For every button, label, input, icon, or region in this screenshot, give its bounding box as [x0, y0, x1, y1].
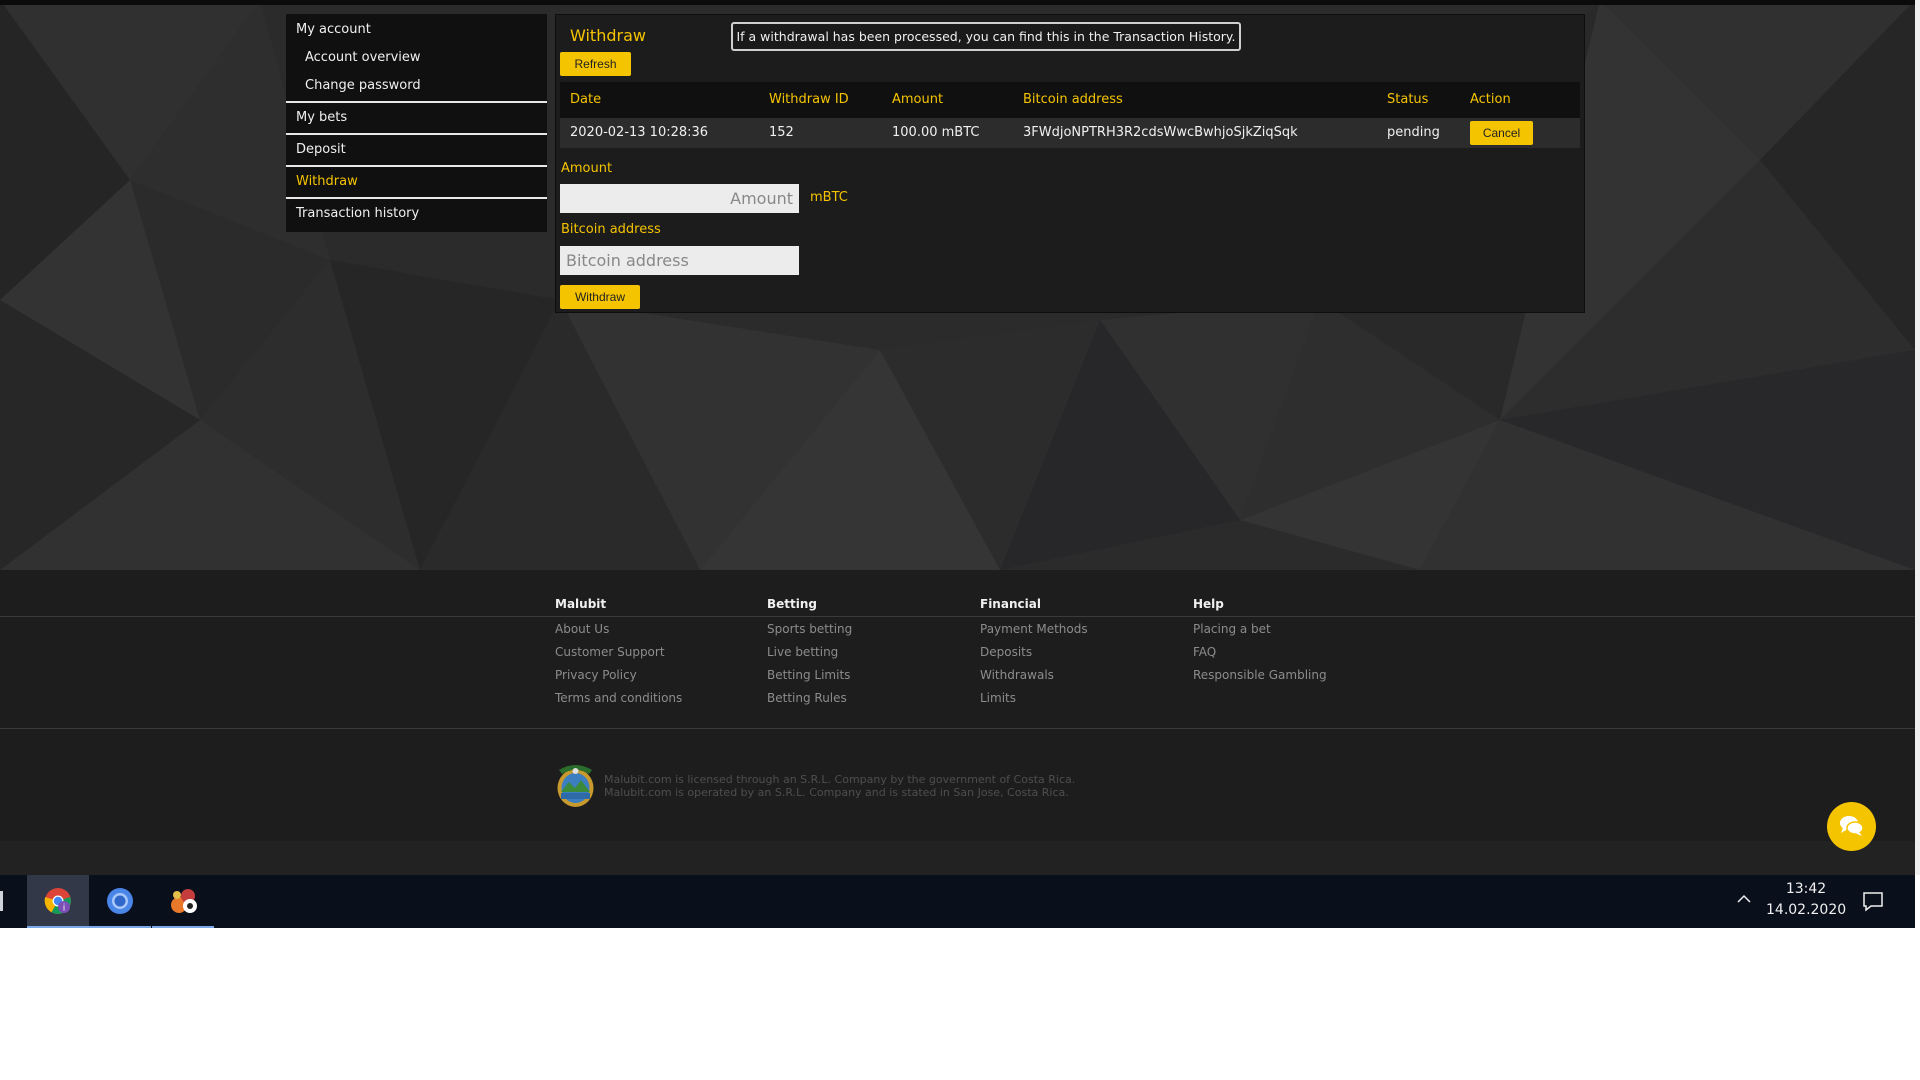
cell-bitcoin-address: 3FWdjoNPTRH3R2cdsWwcBwhjoSjkZiqSqk — [1023, 125, 1298, 140]
footer-link-placing-a-bet[interactable]: Placing a bet — [1193, 619, 1327, 640]
notifications-icon[interactable] — [1862, 890, 1884, 912]
chevron-up-icon[interactable] — [1735, 890, 1753, 908]
footer-column-betting: Betting Sports betting Live betting Bett… — [767, 597, 852, 709]
amount-unit: mBTC — [810, 190, 848, 205]
footer-link-faq[interactable]: FAQ — [1193, 642, 1327, 663]
footer-heading: Betting — [767, 597, 818, 611]
column-header-bitcoin-address[interactable]: Bitcoin address — [1023, 82, 1123, 118]
sidebar-divider — [286, 197, 547, 199]
footer-link-responsible-gambling[interactable]: Responsible Gambling — [1193, 665, 1327, 686]
column-header-amount[interactable]: Amount — [892, 82, 943, 118]
site-footer: Malubit About Us Customer Support Privac… — [0, 570, 1915, 875]
amount-label: Amount — [561, 161, 613, 176]
cell-status: pending — [1387, 125, 1440, 140]
sidebar-item-withdraw[interactable]: Withdraw — [286, 168, 547, 196]
column-header-action: Action — [1470, 92, 1511, 107]
footer-heading: Help — [1193, 597, 1224, 611]
sidebar-item-account-overview[interactable]: Account overview — [286, 44, 547, 72]
footer-column-help: Help Placing a bet FAQ Responsible Gambl… — [1193, 597, 1327, 686]
sidebar-divider — [286, 165, 547, 167]
clock-date[interactable]: 14.02.2020 — [1766, 902, 1846, 918]
amount-input[interactable] — [560, 184, 799, 213]
sidebar-item-deposit[interactable]: Deposit — [286, 136, 547, 164]
start-edge[interactable] — [0, 891, 3, 911]
license-text: Malubit.com is licensed through an S.R.L… — [604, 773, 1075, 799]
footer-column-financial: Financial Payment Methods Deposits Withd… — [980, 597, 1088, 709]
column-header-date[interactable]: Date — [570, 82, 601, 118]
panel-title: Withdraw — [570, 26, 646, 45]
taskbar-app-chromium[interactable] — [89, 875, 151, 928]
footer-link-payment-methods[interactable]: Payment Methods — [980, 619, 1088, 640]
taskbar-app-chrome[interactable]: i — [27, 875, 89, 928]
withdraw-panel: Withdraw If a withdrawal has been proces… — [555, 14, 1585, 313]
sidebar-item-my-bets[interactable]: My bets — [286, 104, 547, 132]
sidebar-divider — [286, 101, 547, 103]
sidebar-item-my-account[interactable]: My account — [286, 16, 547, 44]
table-row: 2020-02-13 10:28:36 152 100.00 mBTC 3FWd… — [560, 118, 1580, 148]
clock-time[interactable]: 13:42 — [1766, 881, 1846, 897]
live-chat-button[interactable] — [1827, 802, 1876, 851]
footer-link-limits[interactable]: Limits — [980, 688, 1088, 709]
footer-link-sports-betting[interactable]: Sports betting — [767, 619, 852, 640]
screen: My account Account overview Change passw… — [0, 0, 1920, 928]
footer-link-terms[interactable]: Terms and conditions — [555, 688, 682, 709]
running-indicator — [89, 926, 151, 928]
running-indicator — [152, 926, 214, 928]
sidebar-divider — [286, 133, 547, 135]
footer-link-betting-rules[interactable]: Betting Rules — [767, 688, 852, 709]
footer-link-customer-support[interactable]: Customer Support — [555, 642, 682, 663]
withdraw-submit-button[interactable]: Withdraw — [560, 285, 640, 309]
refresh-button[interactable]: Refresh — [560, 52, 631, 76]
footer-link-withdrawals[interactable]: Withdrawals — [980, 665, 1088, 686]
footer-divider — [0, 728, 1915, 729]
costa-rica-crest-icon — [557, 765, 594, 807]
footer-link-privacy-policy[interactable]: Privacy Policy — [555, 665, 682, 686]
chromium-icon — [107, 888, 133, 914]
bitcoin-address-input[interactable] — [560, 246, 799, 275]
chat-bubbles-icon — [1840, 816, 1864, 836]
cell-withdraw-id: 152 — [769, 125, 794, 140]
footer-link-deposits[interactable]: Deposits — [980, 642, 1088, 663]
column-header-status[interactable]: Status — [1387, 82, 1428, 118]
footer-bottom-band — [0, 841, 1915, 875]
windows-taskbar: i 13:42 14.02.2020 — [0, 875, 1915, 928]
footer-divider — [0, 616, 1915, 617]
sidebar-item-transaction-history[interactable]: Transaction history — [286, 200, 547, 228]
account-sidebar: My account Account overview Change passw… — [286, 14, 547, 232]
withdraw-notice: If a withdrawal has been processed, you … — [731, 22, 1241, 51]
footer-link-about-us[interactable]: About Us — [555, 619, 682, 640]
footer-column-malubit: Malubit About Us Customer Support Privac… — [555, 597, 682, 709]
top-border — [0, 0, 1915, 5]
cell-amount: 100.00 mBTC — [892, 125, 980, 140]
sidebar-item-change-password[interactable]: Change password — [286, 72, 547, 100]
scrollbar-gutter — [1915, 0, 1920, 875]
footer-heading: Malubit — [555, 597, 607, 611]
footer-link-betting-limits[interactable]: Betting Limits — [767, 665, 852, 686]
cancel-withdrawal-button[interactable]: Cancel — [1470, 121, 1533, 145]
footer-link-live-betting[interactable]: Live betting — [767, 642, 852, 663]
chrome-icon: i — [44, 888, 71, 914]
cell-date: 2020-02-13 10:28:36 — [570, 125, 709, 140]
bitcoin-address-label: Bitcoin address — [561, 222, 661, 237]
game-icon — [171, 889, 197, 913]
table-header: Date Withdraw ID Amount Bitcoin address … — [560, 82, 1580, 118]
column-header-withdraw-id[interactable]: Withdraw ID — [769, 82, 849, 118]
license-line: Malubit.com is licensed through an S.R.L… — [604, 773, 1076, 786]
withdrawals-table: Date Withdraw ID Amount Bitcoin address … — [560, 82, 1580, 148]
svg-text:i: i — [63, 904, 66, 914]
taskbar-app-game[interactable] — [152, 875, 214, 928]
active-indicator — [27, 926, 89, 928]
footer-heading: Financial — [980, 597, 1041, 611]
license-line: Malubit.com is operated by an S.R.L. Com… — [604, 786, 1069, 799]
